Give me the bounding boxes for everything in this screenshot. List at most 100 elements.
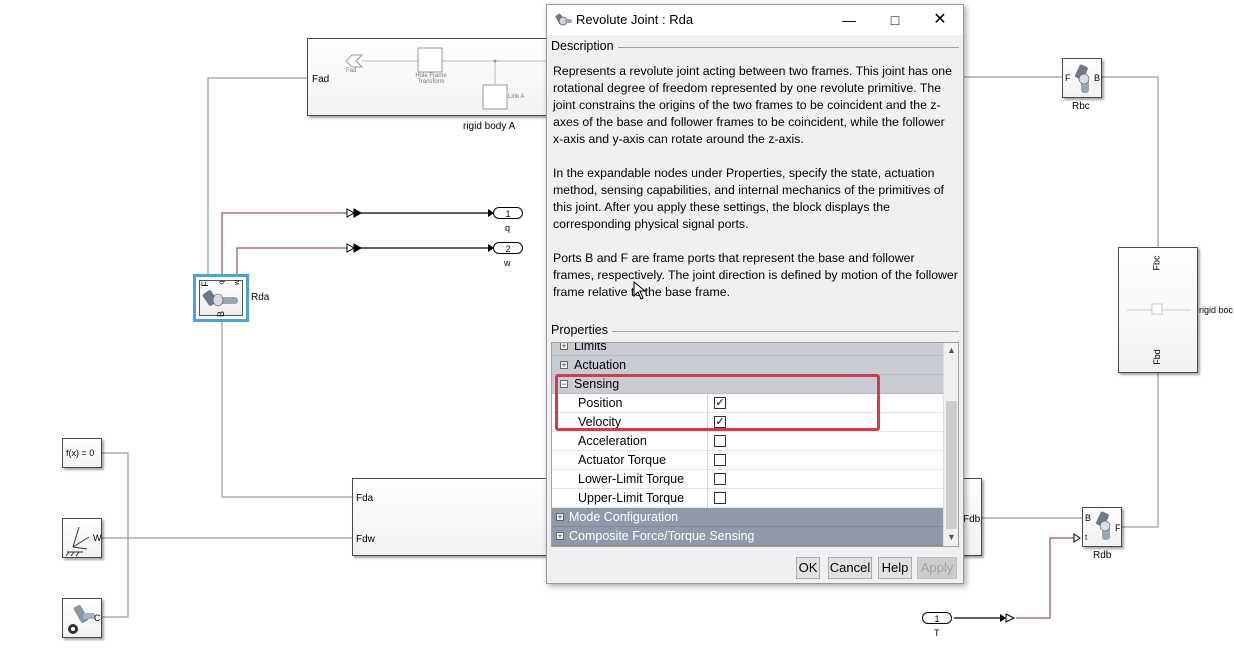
solver-label: f(x) = 0	[66, 448, 95, 458]
mouse-cursor-icon	[633, 281, 647, 300]
expand-icon[interactable]: +	[556, 532, 564, 541]
minimize-icon[interactable]: —	[826, 5, 872, 35]
line-fbd-to-rdb	[1122, 372, 1159, 528]
expand-icon[interactable]: +	[560, 361, 568, 370]
sensing-velocity-row[interactable]: Velocity ✓	[552, 413, 943, 432]
rdb-port-t: t	[1085, 533, 1088, 542]
line-config-to-world	[102, 538, 129, 618]
rdb-joint-block[interactable]: B t F	[1082, 507, 1122, 547]
rda-port-b: B	[216, 310, 227, 318]
right-body-preview	[1127, 303, 1191, 315]
line-rbc-b-to-fbc	[1102, 76, 1159, 247]
rigid-body-a-block[interactable]: Fad Fad Hole Frame Transform Link A	[307, 38, 558, 116]
outport-w-label: w	[504, 258, 511, 268]
position-checkbox[interactable]: ✓	[714, 397, 726, 409]
lower-limit-torque-checkbox[interactable]	[714, 473, 726, 485]
line-fad-to-rda	[207, 77, 307, 276]
outport-q-label: q	[505, 223, 511, 233]
description-paragraph-3: Ports B and F are frame ports that repre…	[553, 251, 958, 299]
link-a-label: Link A	[508, 94, 525, 100]
group-limits[interactable]: + Limits	[552, 342, 943, 356]
line-q-signal	[221, 212, 347, 276]
scroll-down-icon[interactable]: ▼	[946, 532, 957, 544]
world-port-w: W	[93, 533, 102, 543]
scrollbar-thumb[interactable]	[946, 401, 957, 529]
line-solver-to-world	[102, 452, 129, 538]
upper-limit-torque-checkbox[interactable]	[714, 492, 726, 504]
rdb-label: Rdb	[1093, 550, 1112, 561]
expand-icon[interactable]: +	[560, 343, 568, 351]
rigid-body-a-label: rigid body A	[463, 121, 516, 132]
world-frame-block[interactable]: W	[62, 518, 102, 558]
sensing-position-row[interactable]: Position ✓	[552, 394, 943, 413]
sensing-upper-limit-label: Upper-Limit Torque	[578, 491, 685, 505]
bottom-port-fdb: Fdb	[963, 514, 981, 525]
right-rigid-body-block[interactable]: Fbc Fbd	[1118, 247, 1198, 373]
group-composite-sensing[interactable]: + Composite Force/Torque Sensing	[552, 527, 943, 546]
group-actuation-label: Actuation	[574, 358, 627, 372]
revolute-joint-icon	[555, 13, 572, 26]
bottom-port-fdw: Fdw	[356, 534, 375, 545]
properties-divider	[551, 331, 959, 332]
sensing-actuator-torque-row[interactable]: Actuator Torque	[552, 451, 943, 470]
sensing-upper-limit-row[interactable]: Upper-Limit Torque	[552, 489, 943, 508]
sensing-lower-limit-label: Lower-Limit Torque	[578, 472, 685, 486]
velocity-checkbox[interactable]: ✓	[714, 416, 726, 428]
group-mode-configuration[interactable]: + Mode Configuration	[552, 508, 943, 527]
rbc-port-f: F	[1065, 73, 1071, 83]
apply-button[interactable]: Apply	[917, 557, 957, 579]
outport-w[interactable]: 2	[493, 242, 523, 254]
line-w-signal	[236, 247, 347, 276]
sensing-acceleration-row[interactable]: Acceleration	[552, 432, 943, 451]
inport-t-label: T	[934, 628, 940, 638]
sensing-acceleration-label: Acceleration	[578, 434, 647, 448]
hole-frame-label: Hole Frame Transform	[415, 73, 447, 85]
description-paragraph-2: In the expandable nodes under Properties…	[553, 166, 944, 231]
config-port-c: C	[94, 613, 101, 623]
sensing-lower-limit-row[interactable]: Lower-Limit Torque	[552, 470, 943, 489]
sensing-velocity-label: Velocity	[578, 415, 622, 429]
mechanism-config-block[interactable]: C	[62, 598, 102, 638]
properties-scrollbar[interactable]: ▲ ▼	[943, 343, 958, 546]
line-t-signal	[1016, 537, 1078, 619]
rda-port-f: F	[199, 281, 210, 287]
acceleration-checkbox[interactable]	[714, 435, 726, 447]
close-icon[interactable]: ✕	[917, 5, 963, 35]
properties-header: Properties	[551, 323, 612, 337]
outport-q[interactable]: 1	[493, 207, 523, 219]
right-rigid-body-label: rigid boc	[1199, 305, 1234, 315]
expand-icon[interactable]: +	[556, 513, 564, 522]
properties-tree[interactable]: + Limits + Actuation − Sensing Position …	[551, 342, 959, 547]
revolute-joint-dialog: Revolute Joint : Rda — □ ✕ Description R…	[546, 4, 964, 584]
line-rda-b-to-fda	[221, 320, 352, 498]
maximize-icon[interactable]: □	[872, 5, 918, 35]
cancel-button[interactable]: Cancel	[828, 557, 872, 579]
collapse-icon[interactable]: −	[560, 380, 568, 389]
dialog-title: Revolute Joint : Rda	[576, 12, 694, 27]
description-header: Description	[551, 39, 618, 53]
rda-label: Rda	[251, 292, 270, 303]
group-mode-label: Mode Configuration	[569, 510, 679, 524]
group-limits-label: Limits	[574, 342, 607, 353]
rdb-port-f: F	[1115, 523, 1121, 533]
dialog-titlebar[interactable]: Revolute Joint : Rda — □ ✕	[547, 5, 963, 35]
rbc-label: Rbc	[1072, 101, 1090, 112]
rbc-joint-block[interactable]: F B	[1062, 58, 1102, 98]
inport-t[interactable]: 1	[922, 612, 952, 624]
sensing-position-label: Position	[578, 396, 623, 410]
solver-config-block[interactable]: f(x) = 0	[62, 438, 102, 468]
ok-button[interactable]: OK	[796, 557, 820, 579]
group-actuation[interactable]: + Actuation	[552, 356, 943, 375]
rda-port-w: w	[234, 279, 242, 286]
rda-joint-block[interactable]: F q w B	[193, 274, 249, 322]
rdb-port-b: B	[1085, 513, 1092, 523]
sensing-actuator-torque-label: Actuator Torque	[578, 453, 667, 467]
group-sensing[interactable]: − Sensing	[552, 375, 943, 394]
rbc-port-b: B	[1094, 73, 1101, 83]
description-text: Represents a revolute joint acting betwe…	[553, 63, 958, 318]
scroll-up-icon[interactable]: ▲	[946, 345, 957, 357]
help-button[interactable]: Help	[878, 557, 912, 579]
rda-port-q: q	[218, 280, 226, 285]
actuator-torque-checkbox[interactable]	[714, 454, 726, 466]
description-paragraph-1: Represents a revolute joint acting betwe…	[553, 64, 952, 146]
